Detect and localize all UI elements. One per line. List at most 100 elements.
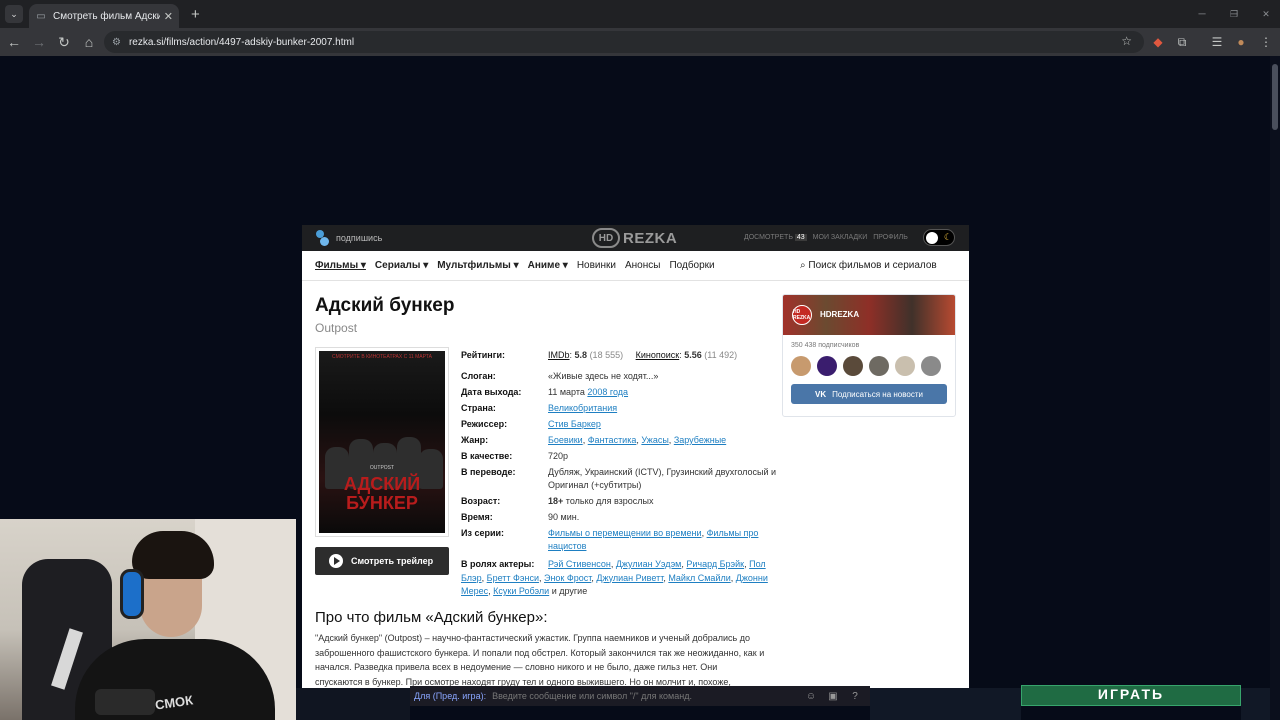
search-button[interactable]: ⌕ Поиск фильмов и сериалов — [800, 260, 937, 271]
nav-announcements[interactable]: Анонсы — [625, 260, 660, 271]
tab-close-icon[interactable]: ✕ — [164, 10, 173, 23]
close-window-icon[interactable]: ✕ — [1250, 0, 1280, 28]
genre-link[interactable]: Фантастика — [588, 435, 637, 445]
actor-link[interactable]: Энок Фрост — [544, 573, 591, 583]
nav-new[interactable]: Новинки — [577, 260, 616, 271]
nav-anime[interactable]: Аниме ▾ — [528, 260, 568, 271]
tab-search-icon[interactable]: ⌄ — [5, 5, 23, 23]
genre-link[interactable]: Ужасы — [641, 435, 668, 445]
browser-tab[interactable]: ▭ Смотреть фильм Адский бункер ✕ — [29, 4, 179, 28]
page-scrollbar[interactable] — [1270, 56, 1280, 720]
country-row: Страна: Великобритания — [461, 403, 618, 413]
avatar[interactable] — [895, 356, 915, 376]
bookmark-star-icon[interactable]: ☆ — [1121, 34, 1132, 48]
extensions-puzzle-icon[interactable]: ⧉ — [1171, 31, 1193, 53]
new-tab-icon[interactable]: + — [191, 6, 200, 23]
series-link[interactable]: Фильмы о перемещении во времени — [548, 528, 702, 538]
actor-link[interactable]: Ричард Брэйк — [686, 559, 744, 569]
browser-toolbar: ← → ↻ ⌂ ⚙ rezka.si/films/action/4497-ads… — [0, 28, 1280, 56]
watch-trailer-button[interactable]: Смотреть трейлер — [315, 547, 449, 575]
subscribe-icon[interactable] — [316, 230, 330, 246]
about-heading: Про что фильм «Адский бункер»: — [315, 609, 548, 626]
trailer-label: Смотреть трейлер — [351, 556, 434, 566]
help-icon[interactable]: ? — [848, 689, 862, 703]
logo-hd: HD — [592, 228, 620, 248]
film-title: Адский бункер — [315, 295, 455, 316]
rezka-site: подпишись HD REZKA ДОСМОТРЕТЬ 43 МОИ ЗАК… — [302, 225, 969, 688]
kinopoisk-votes: (11 492) — [704, 350, 738, 360]
imdb-votes: (18 555) — [589, 350, 624, 360]
avatar[interactable] — [869, 356, 889, 376]
profile-avatar-icon[interactable]: ● — [1230, 31, 1252, 53]
profile-link[interactable]: ПРОФИЛЬ — [873, 234, 908, 241]
release-day: 11 марта — [548, 387, 585, 397]
browser-tab-bar: ⌄ ▭ Смотреть фильм Адский бункер ✕ + ─ ✕… — [0, 0, 1280, 28]
genre-row: Жанр: Боевики, Фантастика, Ужасы, Зарубе… — [461, 435, 727, 445]
actor-link[interactable]: Рэй Стивенсон — [548, 559, 611, 569]
reading-list-icon[interactable]: ☰ — [1206, 31, 1228, 53]
actor-link[interactable]: Джулиан Риветт — [596, 573, 663, 583]
poster-frame[interactable]: СМОТРИТЕ В КИНОТЕАТРАХ С 11 МАРТА OUTPOS… — [315, 347, 449, 537]
avatar[interactable] — [817, 356, 837, 376]
home-icon[interactable]: ⌂ — [78, 31, 100, 53]
nav-series[interactable]: Сериалы ▾ — [375, 260, 428, 271]
game-chat-input[interactable]: Для (Пред. игра): Введите сообщение или … — [410, 686, 870, 706]
page-favicon-icon: ▭ — [36, 10, 46, 22]
release-year-link[interactable]: 2008 года — [587, 387, 628, 397]
vk-subscriber-count: 350 438 подписчиков — [791, 342, 860, 349]
reload-icon[interactable]: ↻ — [53, 31, 75, 53]
avatar[interactable] — [843, 356, 863, 376]
country-link[interactable]: Великобритания — [548, 403, 617, 413]
minimize-window-icon[interactable]: ─ — [1186, 0, 1218, 28]
cast-more: и другие — [551, 586, 588, 596]
site-info-icon[interactable]: ⚙ — [112, 37, 121, 48]
director-row: Режиссер: Стив Баркер — [461, 419, 601, 429]
vk-group-logo[interactable]: HD REZKA — [792, 305, 812, 325]
tab-title: Смотреть фильм Адский бункер — [53, 10, 160, 22]
actor-link[interactable]: Джулиан Уэдэм — [616, 559, 682, 569]
nav-collections[interactable]: Подборки — [669, 260, 714, 271]
translation-row: В переводе: Дубляж, Украинский (ICTV), Г… — [461, 466, 779, 492]
avatar[interactable] — [791, 356, 811, 376]
actor-link[interactable]: Ксуки Робэли — [493, 586, 549, 596]
vk-subscribe-button[interactable]: VK Подписаться на новости — [791, 384, 947, 404]
address-bar[interactable]: ⚙ rezka.si/films/action/4497-adskiy-bunk… — [104, 31, 1144, 53]
vk-group-name[interactable]: HDREZKA — [820, 310, 859, 319]
emoji-icon[interactable]: ☺ — [804, 689, 818, 703]
genre-link[interactable]: Зарубежные — [674, 435, 726, 445]
play-game-button[interactable]: ИГРАТЬ — [1021, 685, 1241, 706]
screenshot-icon[interactable]: ▣ — [826, 689, 840, 703]
kinopoisk-link[interactable]: Кинопоиск — [636, 350, 680, 360]
bookmarks-link[interactable]: МОИ ЗАКЛАДКИ — [813, 234, 868, 241]
age-note: только для взрослых — [565, 496, 654, 506]
director-link[interactable]: Стив Баркер — [548, 419, 601, 429]
film-poster: СМОТРИТЕ В КИНОТЕАТРАХ С 11 МАРТА OUTPOS… — [319, 351, 445, 533]
chat-channel[interactable]: Для (Пред. игра): — [414, 691, 486, 701]
quality-row: В качестве: 720p — [461, 450, 779, 463]
avatar[interactable] — [921, 356, 941, 376]
restore-window-icon[interactable]: ❐ — [1218, 0, 1250, 28]
nav-cartoons[interactable]: Мультфильмы ▾ — [437, 260, 518, 271]
search-icon: ⌕ — [800, 260, 806, 271]
site-logo[interactable]: HD REZKA — [592, 228, 677, 248]
url-text: rezka.si/films/action/4497-adskiy-bunker… — [128, 36, 355, 48]
actor-link[interactable]: Майкл Смайли — [668, 573, 730, 583]
imdb-link[interactable]: IMDb — [548, 350, 570, 360]
watch-later-link[interactable]: ДОСМОТРЕТЬ 43 — [744, 234, 807, 241]
back-icon[interactable]: ← — [3, 31, 25, 53]
nav-films[interactable]: Фильмы ▾ — [315, 260, 366, 271]
microphone-icon — [95, 689, 155, 715]
subscribe-link[interactable]: подпишись — [336, 233, 382, 243]
translation-value: Дубляж, Украинский (ICTV), Грузинский дв… — [548, 467, 777, 490]
extension-icon[interactable]: ◆ — [1147, 31, 1169, 53]
poster-title-line2: БУНКЕР — [346, 493, 418, 513]
theme-toggle[interactable]: ☾ — [923, 229, 955, 246]
duration-value: 90 мин. — [548, 512, 580, 522]
genre-link[interactable]: Боевики — [548, 435, 583, 445]
actor-link[interactable]: Бретт Фэнси — [487, 573, 539, 583]
forward-icon[interactable]: → — [28, 31, 50, 53]
browser-menu-icon[interactable]: ⋮ — [1255, 31, 1277, 53]
scrollbar-thumb[interactable] — [1272, 64, 1278, 130]
film-info-table: Рейтинги: IMDb: 5.8 (18 555) Кинопоиск: … — [461, 349, 779, 599]
site-header: подпишись HD REZKA ДОСМОТРЕТЬ 43 МОИ ЗАК… — [302, 225, 969, 251]
